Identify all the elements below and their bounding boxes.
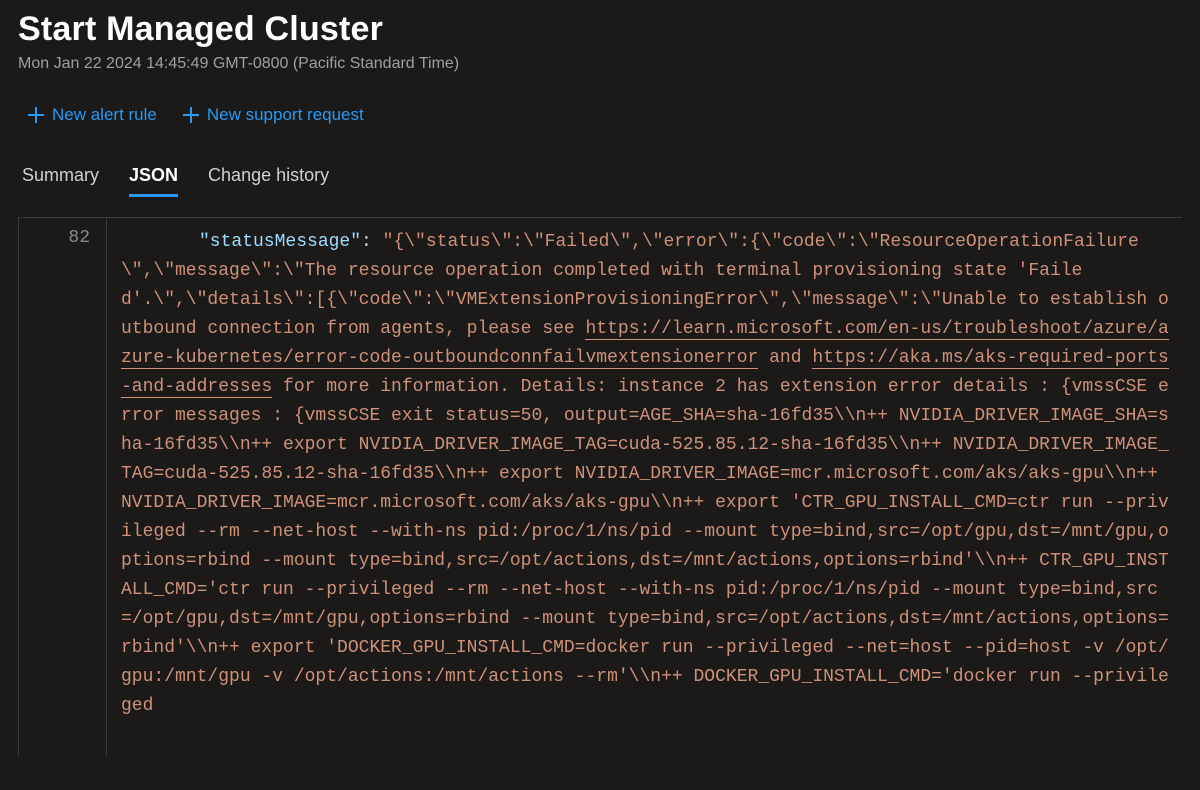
page-title: Start Managed Cluster [18,10,1182,49]
code-content[interactable]: "statusMessage": "{\"status\":\"Failed\"… [107,218,1182,757]
plus-icon [28,107,44,123]
tab-summary[interactable]: Summary [22,165,99,197]
plus-icon [183,107,199,123]
json-key: "statusMessage" [199,232,361,252]
new-support-request-button[interactable]: New support request [183,105,364,125]
tab-bar: Summary JSON Change history [18,165,1182,197]
json-colon: : [361,232,383,252]
line-number-gutter: 82 [19,218,107,757]
json-value-part2: for more information. Details: instance … [121,377,1169,716]
json-value-mid: and [758,348,812,368]
page-timestamp: Mon Jan 22 2024 14:45:49 GMT-0800 (Pacif… [18,55,1182,73]
json-editor: 82 "statusMessage": "{\"status\":\"Faile… [18,217,1182,757]
line-number: 82 [19,228,90,248]
new-alert-rule-label: New alert rule [52,105,157,125]
action-bar: New alert rule New support request [18,105,1182,125]
tab-change-history[interactable]: Change history [208,165,329,197]
new-alert-rule-button[interactable]: New alert rule [28,105,157,125]
tab-json[interactable]: JSON [129,165,178,197]
new-support-request-label: New support request [207,105,364,125]
